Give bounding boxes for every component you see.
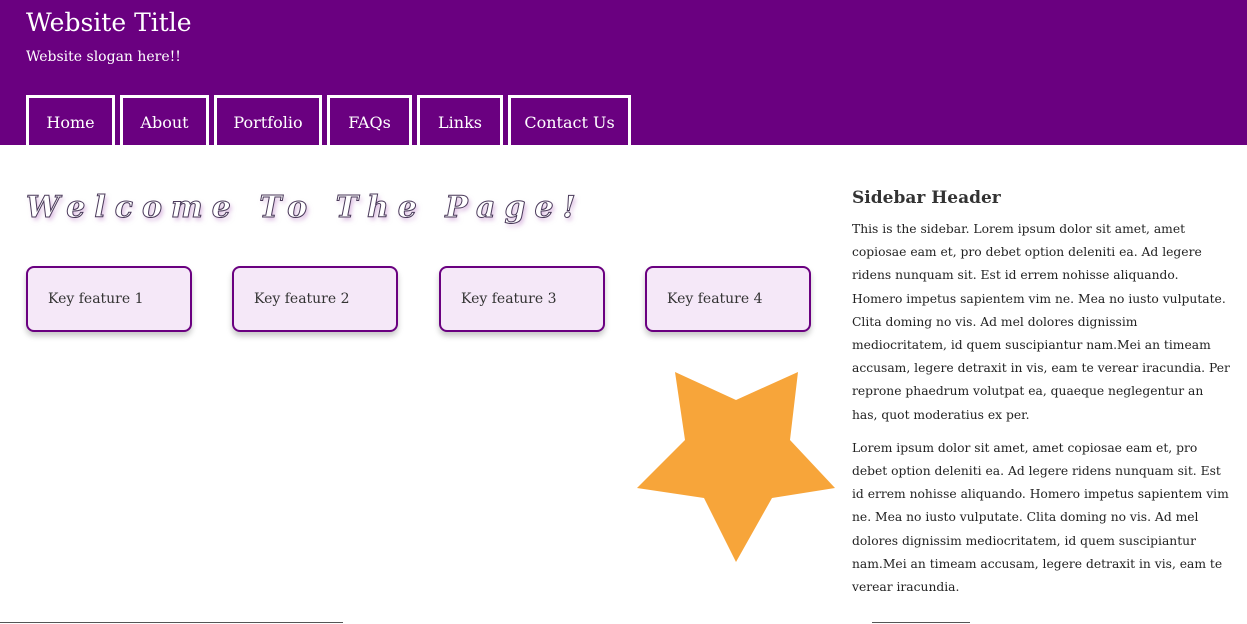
nav-item-about[interactable]: About: [120, 95, 209, 145]
nav-item-portfolio[interactable]: Portfolio: [214, 95, 322, 145]
feature-card-2: Key feature 2: [232, 266, 398, 332]
site-slogan: Website slogan here!!: [26, 49, 181, 65]
nav-item-contact-us[interactable]: Contact Us: [508, 95, 631, 145]
page-title: Welcome To The Page!: [26, 190, 585, 226]
star-icon: [637, 372, 835, 562]
nav-item-links[interactable]: Links: [417, 95, 503, 145]
sidebar: Sidebar Header This is the sidebar. Lore…: [852, 188, 1230, 609]
site-title: Website Title: [26, 8, 192, 37]
sidebar-header: Sidebar Header: [852, 188, 1001, 208]
footer-divider-right: [872, 622, 970, 623]
feature-card-1: Key feature 1: [26, 266, 192, 332]
star-shape: [637, 372, 835, 562]
feature-card-4: Key feature 4: [645, 266, 811, 332]
feature-card-3: Key feature 3: [439, 266, 605, 332]
site-header: Website Title Website slogan here!! Home…: [0, 0, 1247, 145]
nav-item-faqs[interactable]: FAQs: [327, 95, 412, 145]
footer-divider-left: [0, 622, 343, 623]
nav-item-home[interactable]: Home: [26, 95, 115, 145]
sidebar-paragraph-2: Lorem ipsum dolor sit amet, amet copiosa…: [852, 440, 1229, 595]
sidebar-paragraph-1: This is the sidebar. Lorem ipsum dolor s…: [852, 222, 1230, 422]
